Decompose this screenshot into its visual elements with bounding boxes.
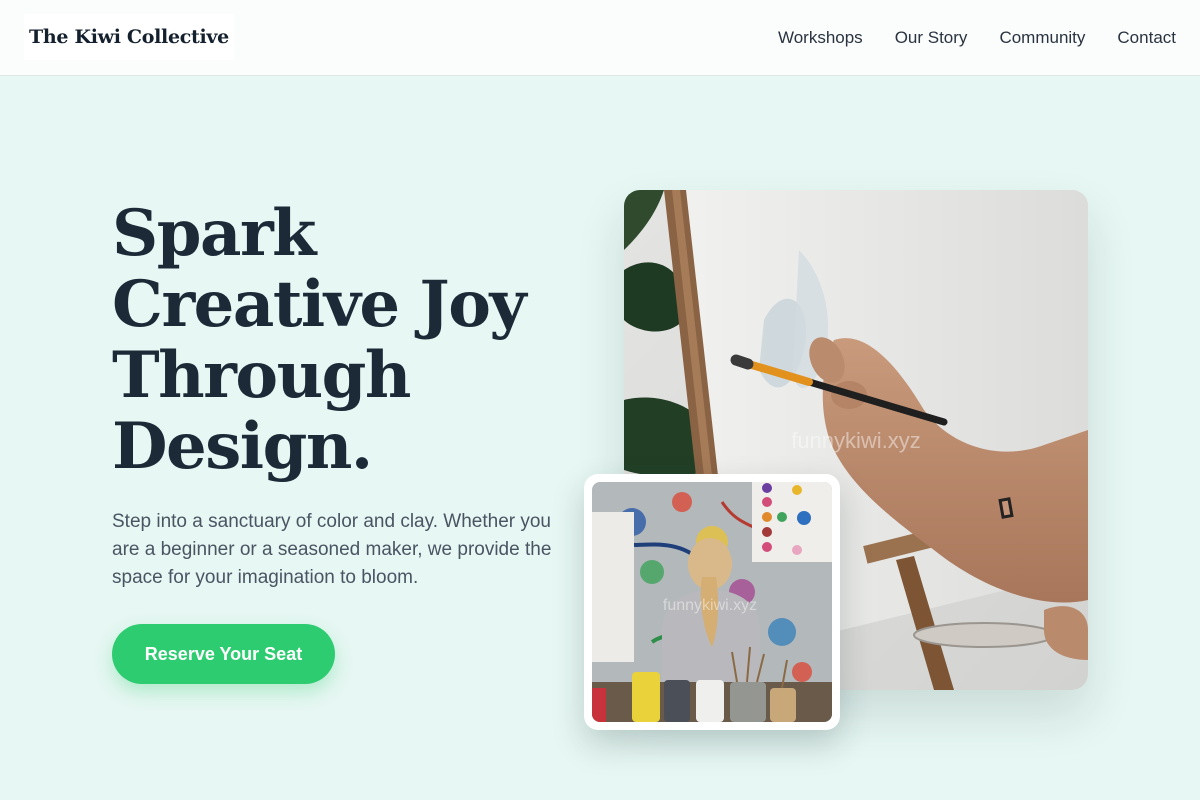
nav-link-workshops[interactable]: Workshops <box>778 28 863 48</box>
hero-title-line: Design. <box>112 409 373 484</box>
studio-illustration: funnykiwi.xyz <box>592 482 832 722</box>
site-header: The Kiwi Collective Workshops Our Story … <box>0 0 1200 76</box>
brand-name: The Kiwi Collective <box>29 26 229 48</box>
nav-link-our-story[interactable]: Our Story <box>895 28 968 48</box>
hero-title-line: Spark <box>112 196 317 271</box>
hero-photo-studio: funnykiwi.xyz <box>592 482 832 722</box>
hero-title-line: Through <box>112 338 411 413</box>
reserve-seat-button[interactable]: Reserve Your Seat <box>112 624 335 684</box>
photo-watermark: funnykiwi.xyz <box>791 428 921 453</box>
hero-photo-studio-frame: funnykiwi.xyz <box>584 474 840 730</box>
brand-logo[interactable]: The Kiwi Collective <box>24 14 234 60</box>
nav-link-contact[interactable]: Contact <box>1117 28 1176 48</box>
nav-link-community[interactable]: Community <box>999 28 1085 48</box>
hero-description: Step into a sanctuary of color and clay.… <box>112 511 552 588</box>
photo-watermark: funnykiwi.xyz <box>663 597 757 614</box>
hero-title: Spark Creative Joy Through Design. <box>112 198 582 482</box>
main-nav: Workshops Our Story Community Contact <box>778 0 1176 76</box>
hero-title-line: Creative Joy <box>112 267 527 342</box>
